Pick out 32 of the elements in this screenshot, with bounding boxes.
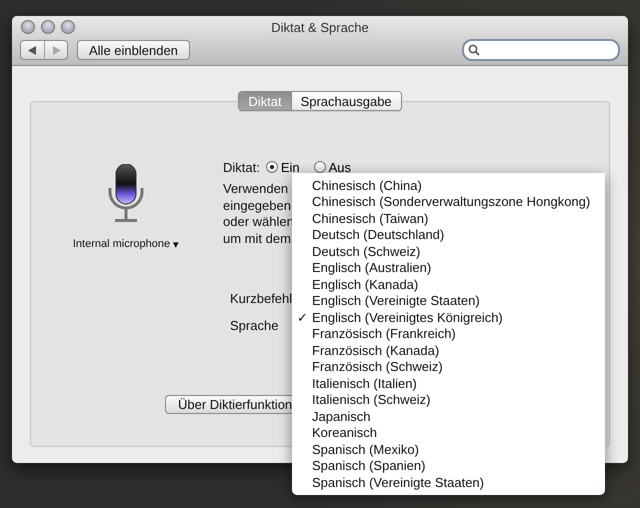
window-control-button[interactable] xyxy=(21,20,35,34)
window-control-button[interactable] xyxy=(61,20,75,34)
window-control-button[interactable] xyxy=(41,20,55,34)
left-triangle-icon xyxy=(28,46,37,54)
tab[interactable]: Sprachausgabe xyxy=(290,92,401,110)
menu-item[interactable]: Chinesisch (Sonderverwaltungszone Hongkong) xyxy=(292,194,605,210)
menu-item[interactable]: Französisch (Kanada) xyxy=(292,342,605,358)
menu-item[interactable]: Spanisch (Vereinigte Staaten) xyxy=(292,474,605,490)
menu-item[interactable]: Französisch (Schweiz) xyxy=(292,358,605,375)
language-label: Sprache xyxy=(230,318,278,333)
menu-item[interactable]: Deutsch (Deutschland) xyxy=(292,226,605,243)
shortcut-label: Kurzbefehl xyxy=(230,291,292,306)
menu-item[interactable]: Chinesisch (Taiwan) xyxy=(292,210,605,226)
menu-item[interactable]: Englisch (Kanada) xyxy=(292,276,605,292)
search-icon xyxy=(468,44,480,56)
dictation-label: Diktat: xyxy=(223,160,260,174)
menu-item[interactable]: Spanisch (Spanien) xyxy=(292,458,605,474)
right-triangle-icon xyxy=(52,46,60,54)
menu-item[interactable]: Englisch (Australien) xyxy=(292,260,605,276)
menu-item[interactable]: Deutsch (Schweiz) xyxy=(292,243,605,260)
menu-item[interactable]: Französisch (Frankreich) xyxy=(292,326,605,342)
microphone-selector[interactable]: Internal microphone ▾ xyxy=(72,238,180,251)
menu-item[interactable]: Englisch (Vereinigte Staaten) xyxy=(292,292,605,309)
menu-item[interactable]: Chinesisch (China) xyxy=(292,177,605,194)
menu-item[interactable]: Italienisch (Italien) xyxy=(292,375,605,392)
search-field[interactable] xyxy=(462,39,620,61)
menu-item[interactable]: Koreanisch xyxy=(292,424,605,441)
menu-item[interactable]: ✓ Englisch (Vereinigtes Königreich) xyxy=(292,309,605,326)
menu-item[interactable]: Spanisch (Mexiko) xyxy=(292,441,605,458)
window-title: Diktat & Sprache xyxy=(271,20,369,34)
show-all-button[interactable]: Alle einblenden xyxy=(77,40,190,60)
checkmark-icon: ✓ xyxy=(297,310,308,325)
